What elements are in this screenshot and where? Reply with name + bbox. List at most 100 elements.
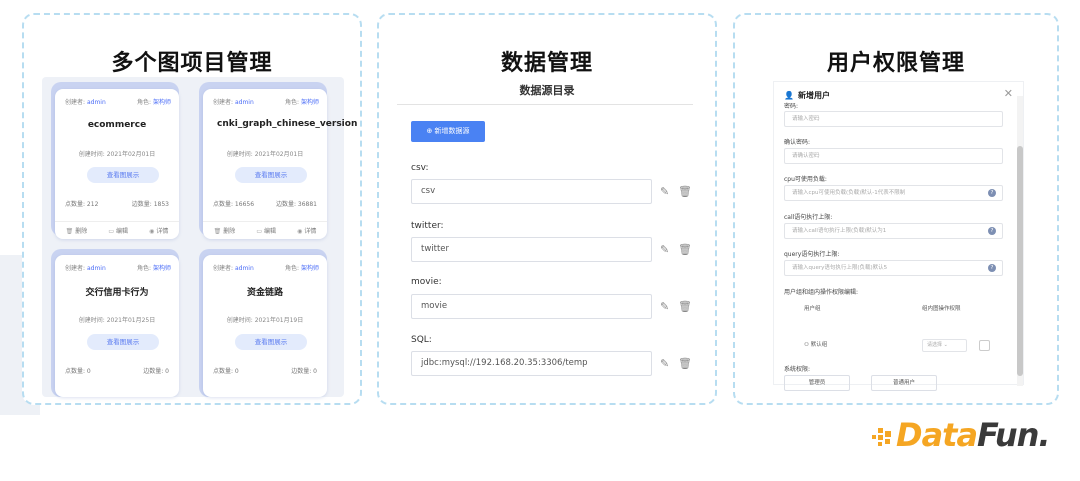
project-name: 交行信用卡行为 xyxy=(85,288,149,298)
project-card[interactable]: 创建者: admin 角色: 架构师 交行信用卡行为 创建时间: 2021年01… xyxy=(55,255,179,397)
delete-label: 删除 xyxy=(75,228,88,235)
trash-icon[interactable]: 🗑 xyxy=(678,185,692,198)
trash-icon[interactable]: 🗑 xyxy=(678,243,692,256)
data-management-panel: 数据管理 数据源目录 ⊕ 新增数据源 csv: csv ✎ 🗑 twitter:… xyxy=(377,13,717,405)
created-time: 创建时间: 2021年02月01日 xyxy=(78,151,156,158)
edit-icon[interactable]: ✎ xyxy=(660,357,669,370)
data-source-input[interactable]: csv xyxy=(411,179,652,204)
logo-text-data: Data xyxy=(896,416,978,454)
delete-label: 删除 xyxy=(223,228,236,235)
query-limit-input[interactable]: 请输入query语句执行上限(负载)默认5? xyxy=(784,260,1003,276)
creator-name: admin xyxy=(86,265,106,272)
data-source-input[interactable]: jdbc:mysql://192.168.20.35:3306/temp xyxy=(411,351,652,376)
card-actions: 🗑 删除 ▭ 编辑 ◉ 详情 xyxy=(55,221,179,239)
trash-icon: 🗑 xyxy=(65,228,74,235)
help-icon[interactable]: ? xyxy=(988,264,996,272)
edit-action[interactable]: ▭ 编辑 xyxy=(256,226,276,235)
project-card[interactable]: 创建者: admin 角色: 架构师 cnki_graph_chinese_ve… xyxy=(203,89,357,239)
point-count: 点数量: 16656 xyxy=(213,201,255,208)
operation-permission-select[interactable]: 请选择 ⌄ xyxy=(922,339,967,352)
user-icon: 👤 xyxy=(784,91,794,100)
edge-count: 边数量: 0 xyxy=(291,368,317,375)
default-group-cell: ⚇ 默认组 xyxy=(804,340,827,348)
normal-user-role-button[interactable]: 普通用户 xyxy=(871,375,937,391)
edit-icon: ▭ xyxy=(108,228,114,235)
system-permission-label: 系统权限: xyxy=(784,366,811,373)
role-label: 角色: xyxy=(137,265,152,272)
query-limit-placeholder: 请输入query语句执行上限(负载)默认5 xyxy=(792,265,888,271)
data-source-input[interactable]: twitter xyxy=(411,237,652,262)
plus-circle-icon: ⊕ xyxy=(426,127,435,135)
project-card[interactable]: 创建者: admin 角色: 架构师 ecommerce 创建时间: 2021年… xyxy=(55,89,179,239)
default-group-name: 默认组 xyxy=(810,342,828,348)
logo-wordmark: DataFun. xyxy=(896,415,1051,455)
password-label: 密码: xyxy=(784,103,799,110)
point-count: 点数量: 0 xyxy=(65,368,91,375)
cpu-load-label: cpu可使用负载: xyxy=(784,176,827,183)
password-input[interactable]: 请输入密码 xyxy=(784,111,1003,127)
user-group-column-header: 用户组 xyxy=(804,306,821,312)
creator-name: admin xyxy=(86,99,106,106)
role-name: 架构师 xyxy=(300,265,319,272)
card-counts: 点数量: 0 边数量: 0 xyxy=(213,366,317,375)
point-count: 点数量: 212 xyxy=(65,201,99,208)
trash-icon[interactable]: 🗑 xyxy=(678,300,692,313)
edit-icon[interactable]: ✎ xyxy=(660,243,669,256)
creator-name: admin xyxy=(234,265,254,272)
chevron-down-icon: ⌄ xyxy=(943,342,948,348)
cpu-load-input[interactable]: 请输入cpu可使用负载(负载)默认-1代表不限制? xyxy=(784,185,1003,201)
confirm-password-input[interactable]: 请确认密码 xyxy=(784,148,1003,164)
divider xyxy=(397,104,693,105)
scrollbar-thumb[interactable] xyxy=(1017,146,1023,376)
creator-label: 创建者: xyxy=(65,265,86,272)
view-graph-button[interactable]: 查看图展示 xyxy=(87,334,159,350)
add-data-source-button[interactable]: ⊕ 新增数据源 xyxy=(411,121,485,142)
group-operation-column-header: 组内图操作权限 xyxy=(922,306,961,312)
created-time: 创建时间: 2021年01月19日 xyxy=(226,317,304,324)
delete-action[interactable]: 🗑 删除 xyxy=(214,226,236,235)
panel-title: 数据管理 xyxy=(500,51,593,76)
detail-action[interactable]: ◉ 详情 xyxy=(297,226,316,235)
dialog-title: 新增用户 xyxy=(797,91,830,100)
dialog-header: 👤 新增用户 xyxy=(784,90,830,101)
cpu-load-placeholder: 请输入cpu可使用负载(负载)默认-1代表不限制 xyxy=(792,190,906,196)
view-graph-button[interactable]: 查看图展示 xyxy=(235,334,307,350)
panel-title: 多个图项目管理 xyxy=(111,51,273,76)
role-label: 角色: xyxy=(285,99,300,106)
project-name: ecommerce xyxy=(87,120,147,130)
logo-text-fun: Fun. xyxy=(977,416,1051,454)
view-graph-button[interactable]: 查看图展示 xyxy=(87,167,159,183)
close-icon[interactable]: ✕ xyxy=(1004,87,1013,100)
delete-action[interactable]: 🗑 删除 xyxy=(66,226,88,235)
permission-checkbox[interactable] xyxy=(979,340,990,351)
creator-label: 创建者: xyxy=(213,265,234,272)
call-limit-placeholder: 请输入call语句执行上限(负载)默认为1 xyxy=(792,228,887,234)
help-icon[interactable]: ? xyxy=(988,227,996,235)
select-placeholder: 请选择 xyxy=(927,342,943,348)
edit-label: 编辑 xyxy=(264,228,277,235)
trash-icon: 🗑 xyxy=(213,228,222,235)
edit-label: 编辑 xyxy=(116,228,129,235)
detail-action[interactable]: ◉ 详情 xyxy=(149,226,168,235)
detail-label: 详情 xyxy=(304,228,317,235)
edit-icon[interactable]: ✎ xyxy=(660,185,669,198)
view-graph-button[interactable]: 查看图展示 xyxy=(235,167,307,183)
eye-icon: ◉ xyxy=(297,228,303,235)
card-meta: 创建者: admin 角色: 架构师 xyxy=(213,97,319,106)
data-source-input[interactable]: movie xyxy=(411,294,652,319)
role-name: 架构师 xyxy=(152,265,171,272)
group-permission-label: 用户组和组内操作权限编辑: xyxy=(784,289,859,296)
edit-action[interactable]: ▭ 编辑 xyxy=(108,226,128,235)
admin-role-button[interactable]: 管理员 xyxy=(784,375,850,391)
call-limit-input[interactable]: 请输入call语句执行上限(负载)默认为1? xyxy=(784,223,1003,239)
trash-icon[interactable]: 🗑 xyxy=(678,357,692,370)
group-icon: ⚇ xyxy=(804,342,811,348)
datafun-logo: DataFun. xyxy=(872,415,1051,455)
creator-label: 创建者: xyxy=(65,99,86,106)
card-counts: 点数量: 16656 边数量: 36881 xyxy=(213,199,317,208)
edge-count: 边数量: 0 xyxy=(143,368,169,375)
card-meta: 创建者: admin 角色: 架构师 xyxy=(65,97,171,106)
help-icon[interactable]: ? xyxy=(988,189,996,197)
project-card[interactable]: 创建者: admin 角色: 架构师 资金链路 创建时间: 2021年01月19… xyxy=(203,255,327,397)
edit-icon[interactable]: ✎ xyxy=(660,300,669,313)
